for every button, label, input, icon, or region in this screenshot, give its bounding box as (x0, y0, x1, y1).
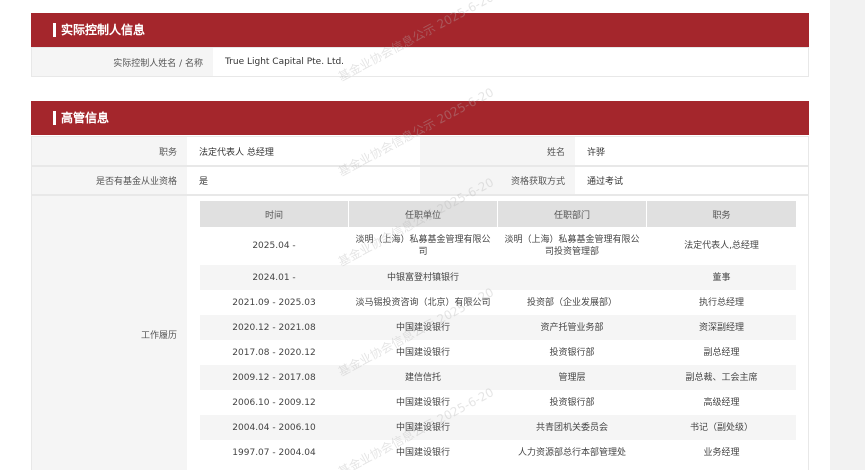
qualification-value: 是 (199, 177, 209, 187)
history-company: 中国建设银行 (395, 397, 450, 408)
name-value: 许骅 (587, 147, 606, 158)
exec-position-row: 职务 法定代表人 总经理 姓名 许骅 (31, 136, 809, 166)
position-value: 法定代表人 总经理 (199, 147, 274, 158)
exec-qualification-row: 是否有基金从业资格 是 资格获取方式 通过考试 (31, 166, 809, 195)
history-department: 共青团机关委员会 (535, 422, 608, 433)
history-company: 中国建设银行 (395, 347, 450, 358)
table-row: 2017.08 - 2020.12 中国建设银行 投资银行部 副总经理 (200, 340, 796, 365)
controller-name-value: True Light Capital Pte. Ltd. (225, 57, 345, 67)
controller-section-header: 实际控制人信息 (31, 13, 809, 47)
controller-section-title: 实际控制人信息 (61, 23, 146, 37)
history-time: 2006.10 - 2009.12 (232, 397, 316, 408)
history-department: 投资银行部 (549, 347, 595, 358)
history-title: 法定代表人,总经理 (684, 241, 759, 251)
history-department: 管理层 (558, 372, 586, 383)
history-title: 书记（副处级） (689, 422, 753, 433)
history-time: 2020.12 - 2021.08 (232, 322, 316, 333)
history-time: 2004.04 - 2006.10 (232, 422, 316, 433)
history-department: 人力资源部总行本部管理处 (517, 447, 626, 458)
controller-name-row: 实际控制人姓名 / 名称 True Light Capital Pte. Ltd… (31, 47, 809, 77)
history-time: 2021.09 - 2025.03 (232, 297, 316, 308)
history-title: 资深副经理 (698, 322, 744, 333)
method-value: 通过考试 (587, 177, 624, 187)
history-time: 2024.01 - (252, 272, 296, 283)
exec-section-title: 高管信息 (61, 111, 110, 125)
table-row: 2009.12 - 2017.08 建信信托 管理层 副总裁、工会主席 (200, 365, 796, 390)
history-department: 投资部（企业发展部） (526, 297, 617, 308)
history-department: 淡明（上海）私募基金管理有限公司投资管理部 (504, 235, 640, 257)
history-time: 2009.12 - 2017.08 (232, 372, 316, 383)
table-row: 2025.04 - 淡明（上海）私募基金管理有限公司 淡明（上海）私募基金管理有… (200, 227, 796, 265)
table-row: 2006.10 - 2009.12 中国建设银行 投资银行部 高级经理 (200, 390, 796, 415)
history-header-company: 任职单位 (349, 201, 497, 227)
history-header-department: 任职部门 (498, 201, 646, 227)
method-label: 资格获取方式 (420, 167, 575, 194)
table-row: 2020.12 - 2021.08 中国建设银行 资产托管业务部 资深副经理 (200, 315, 796, 340)
history-label: 工作履历 (32, 196, 187, 470)
history-header-title: 职务 (647, 201, 796, 227)
history-company: 中国建设银行 (395, 422, 450, 433)
history-company: 淡马锡投资咨询（北京）有限公司 (355, 297, 491, 308)
position-label: 职务 (32, 137, 187, 165)
header-accent-bar (53, 23, 56, 37)
table-row: 2021.09 - 2025.03 淡马锡投资咨询（北京）有限公司 投资部（企业… (200, 290, 796, 315)
history-title: 副总经理 (703, 347, 740, 358)
history-company: 中银富登村镇银行 (386, 272, 459, 283)
history-company: 建信信托 (404, 372, 441, 383)
history-title: 业务经理 (703, 447, 740, 458)
history-title: 高级经理 (703, 397, 740, 408)
table-row: 2004.04 - 2006.10 中国建设银行 共青团机关委员会 书记（副处级… (200, 415, 796, 440)
history-title: 董事 (712, 272, 731, 283)
history-title: 执行总经理 (698, 297, 744, 308)
history-time: 1997.07 - 2004.04 (232, 447, 316, 458)
table-row: 2024.01 - 中银富登村镇银行 董事 (200, 265, 796, 290)
history-department: 投资银行部 (549, 397, 595, 408)
history-time: 2025.04 - (252, 241, 296, 251)
qualification-label: 是否有基金从业资格 (32, 167, 187, 194)
history-title: 副总裁、工会主席 (685, 372, 758, 383)
table-row: 1997.07 - 2004.04 中国建设银行 人力资源部总行本部管理处 业务… (200, 440, 796, 465)
header-accent-bar (53, 111, 56, 125)
history-company: 中国建设银行 (395, 447, 450, 458)
page-content: 实际控制人信息 实际控制人姓名 / 名称 True Light Capital … (0, 0, 830, 470)
history-company: 淡明（上海）私募基金管理有限公司 (355, 235, 491, 257)
controller-name-label: 实际控制人姓名 / 名称 (32, 48, 213, 76)
history-header-time: 时间 (200, 201, 348, 227)
history-department (498, 265, 646, 290)
history-department: 资产托管业务部 (540, 322, 604, 333)
history-company: 中国建设银行 (395, 322, 450, 333)
name-label: 姓名 (420, 137, 575, 165)
exec-section-header: 高管信息 (31, 101, 809, 135)
history-time: 2017.08 - 2020.12 (232, 347, 316, 358)
